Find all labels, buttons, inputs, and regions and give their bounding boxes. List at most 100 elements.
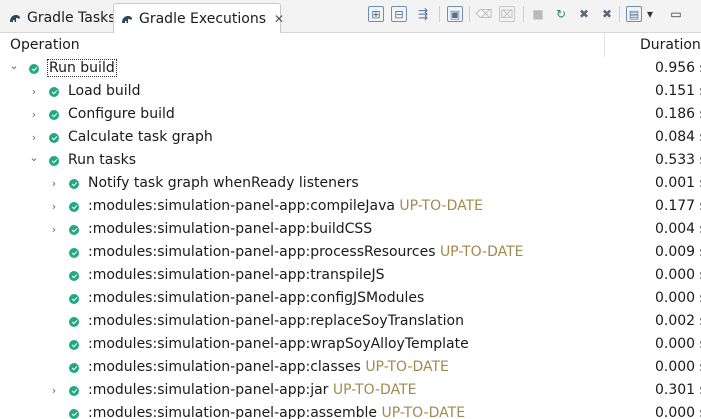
success-check-icon xyxy=(69,179,79,189)
operation-name: Run build xyxy=(49,60,115,76)
column-header-operation[interactable]: Operation xyxy=(10,37,80,53)
operation-name: Load build xyxy=(68,83,141,99)
chevron-right-icon[interactable]: › xyxy=(48,222,60,236)
collapse-all-icon[interactable]: ⊟ xyxy=(391,6,407,22)
operation-label: :modules:simulation-panel-app:assemble U… xyxy=(88,405,465,419)
tree-row[interactable]: :modules:simulation-panel-app:assemble U… xyxy=(0,403,701,419)
operation-duration: 0.001 s xyxy=(655,175,701,191)
tree-row[interactable]: :modules:simulation-panel-app:wrapSoyAll… xyxy=(0,334,701,357)
up-to-date-badge: UP-TO-DATE xyxy=(399,198,483,214)
gradle-elephant-icon xyxy=(120,12,134,26)
operation-label: Load build xyxy=(68,83,140,99)
operation-duration: 0.000 s xyxy=(655,336,701,352)
tree-row[interactable]: › :modules:simulation-panel-app:buildCSS 0… xyxy=(0,219,701,242)
tab-gradle-executions[interactable]: Gradle Executions ✕ xyxy=(113,3,284,33)
operation-label: :modules:simulation-panel-app:wrapSoyAll… xyxy=(88,336,469,352)
operation-duration: 0.009 s xyxy=(655,244,701,260)
clear-icon[interactable]: ⌫ xyxy=(476,6,493,22)
success-check-icon xyxy=(69,202,79,212)
tree-row[interactable]: :modules:simulation-panel-app:processRes… xyxy=(0,242,701,265)
minimize-icon[interactable]: ▭ xyxy=(668,6,684,22)
operation-label: :modules:simulation-panel-app:replaceSoy… xyxy=(88,313,464,329)
toolbar-separator xyxy=(469,6,470,22)
view-menu-icon[interactable]: ▾ xyxy=(642,6,658,22)
tree-row[interactable]: :modules:simulation-panel-app:classes UP… xyxy=(0,357,701,380)
operation-label: :modules:simulation-panel-app:transpileJ… xyxy=(88,267,384,283)
chevron-right-icon[interactable]: › xyxy=(48,383,60,397)
operation-name: :modules:simulation-panel-app:replaceSoy… xyxy=(88,313,464,329)
history-icon[interactable]: ▤ xyxy=(626,6,642,22)
filter-icon[interactable]: ⇶ xyxy=(415,6,431,22)
toolbar-separator xyxy=(439,6,440,22)
operation-label: :modules:simulation-panel-app:classes UP… xyxy=(88,359,449,375)
executions-tree[interactable]: ⌄ Run build 0.956 s › Load build 0.151 s › Conf… xyxy=(0,58,701,419)
stop-icon[interactable]: ■ xyxy=(530,6,546,22)
chevron-right-icon[interactable]: › xyxy=(48,199,60,213)
operation-name: :modules:simulation-panel-app:compileJav… xyxy=(88,198,395,214)
column-header-duration[interactable]: Duration xyxy=(640,37,701,53)
up-to-date-badge: UP-TO-DATE xyxy=(365,359,449,375)
operation-label: Notify task graph whenReady listeners xyxy=(88,175,359,191)
chevron-right-icon[interactable]: › xyxy=(48,176,60,190)
tree-row[interactable]: :modules:simulation-panel-app:transpileJ… xyxy=(0,265,701,288)
success-check-icon xyxy=(69,317,79,327)
tree-row[interactable]: › :modules:simulation-panel-app:jar UP-TO… xyxy=(0,380,701,403)
tab-label: Gradle Tasks xyxy=(27,9,116,26)
tree-row[interactable]: ⌄ Run tasks 0.533 s xyxy=(0,150,701,173)
up-to-date-badge: UP-TO-DATE xyxy=(381,405,466,419)
operation-duration: 0.084 s xyxy=(655,129,701,145)
tree-row[interactable]: › Calculate task graph 0.084 s xyxy=(0,127,701,150)
success-check-icon xyxy=(69,340,79,350)
operation-duration: 0.000 s xyxy=(655,267,701,283)
operation-duration: 0.002 s xyxy=(655,313,701,329)
expand-all-icon[interactable]: ⊞ xyxy=(368,6,384,22)
tab-label: Gradle Executions xyxy=(139,10,267,27)
operation-duration: 0.004 s xyxy=(655,221,701,237)
tree-row[interactable]: › Load build 0.151 s xyxy=(0,81,701,104)
operation-duration: 0.177 s xyxy=(655,198,701,214)
view-tab-bar: Gradle Tasks Gradle Executions ✕ ⊞ ⊟ ⇶ ▣… xyxy=(0,0,701,33)
operation-name: :modules:simulation-panel-app:buildCSS xyxy=(88,221,373,237)
operation-name: Notify task graph whenReady listeners xyxy=(88,175,359,191)
remove-all-icon[interactable]: ✖ xyxy=(599,6,615,22)
operation-label: Run build xyxy=(47,59,117,77)
operation-duration: 0.000 s xyxy=(655,290,701,306)
operation-duration: 0.533 s xyxy=(655,152,701,168)
success-check-icon xyxy=(49,156,59,166)
success-check-icon xyxy=(29,64,39,74)
tree-row[interactable]: › Configure build 0.186 s xyxy=(0,104,701,127)
operation-name: Run tasks xyxy=(68,152,137,168)
operation-name: :modules:simulation-panel-app:classes xyxy=(88,359,361,375)
tree-row[interactable]: :modules:simulation-panel-app:configJSMo… xyxy=(0,288,701,311)
chevron-right-icon[interactable]: › xyxy=(28,84,40,98)
operation-label: :modules:simulation-panel-app:jar UP-TO-… xyxy=(88,382,416,398)
success-check-icon xyxy=(69,225,79,235)
tree-row[interactable]: :modules:simulation-panel-app:replaceSoy… xyxy=(0,311,701,334)
operation-name: :modules:simulation-panel-app:processRes… xyxy=(88,244,436,260)
chevron-right-icon[interactable]: › xyxy=(28,107,40,121)
chevron-down-icon[interactable]: ⌄ xyxy=(28,150,40,164)
chevron-right-icon[interactable]: › xyxy=(28,130,40,144)
tree-row[interactable]: › :modules:simulation-panel-app:compileJa… xyxy=(0,196,701,219)
success-check-icon xyxy=(69,363,79,373)
operation-duration: 0.301 s xyxy=(655,382,701,398)
tree-column-header: Operation Duration xyxy=(0,33,701,57)
remove-icon[interactable]: ✖ xyxy=(576,6,592,22)
tab-gradle-tasks[interactable]: Gradle Tasks xyxy=(2,3,116,32)
success-check-icon xyxy=(69,248,79,258)
tree-row[interactable]: ⌄ Run build 0.956 s xyxy=(0,58,701,81)
operation-label: :modules:simulation-panel-app:configJSMo… xyxy=(88,290,424,306)
chevron-down-icon[interactable]: ⌄ xyxy=(8,58,20,72)
operation-name: Configure build xyxy=(68,106,175,122)
operation-name: :modules:simulation-panel-app:transpileJ… xyxy=(88,267,385,283)
rerun-icon[interactable]: ↻ xyxy=(553,6,569,22)
tree-row[interactable]: › Notify task graph whenReady listeners 0.… xyxy=(0,173,701,196)
column-divider[interactable] xyxy=(604,33,605,57)
close-tab-icon[interactable]: ✕ xyxy=(274,12,284,26)
operation-label: :modules:simulation-panel-app:buildCSS xyxy=(88,221,372,237)
operation-name: :modules:simulation-panel-app:wrapSoyAll… xyxy=(88,336,469,352)
operation-duration: 0.956 s xyxy=(655,60,701,76)
console-icon[interactable]: ▣ xyxy=(447,6,463,22)
clear-all-icon[interactable]: ⌧ xyxy=(499,6,515,22)
operation-label: Run tasks xyxy=(68,152,136,168)
